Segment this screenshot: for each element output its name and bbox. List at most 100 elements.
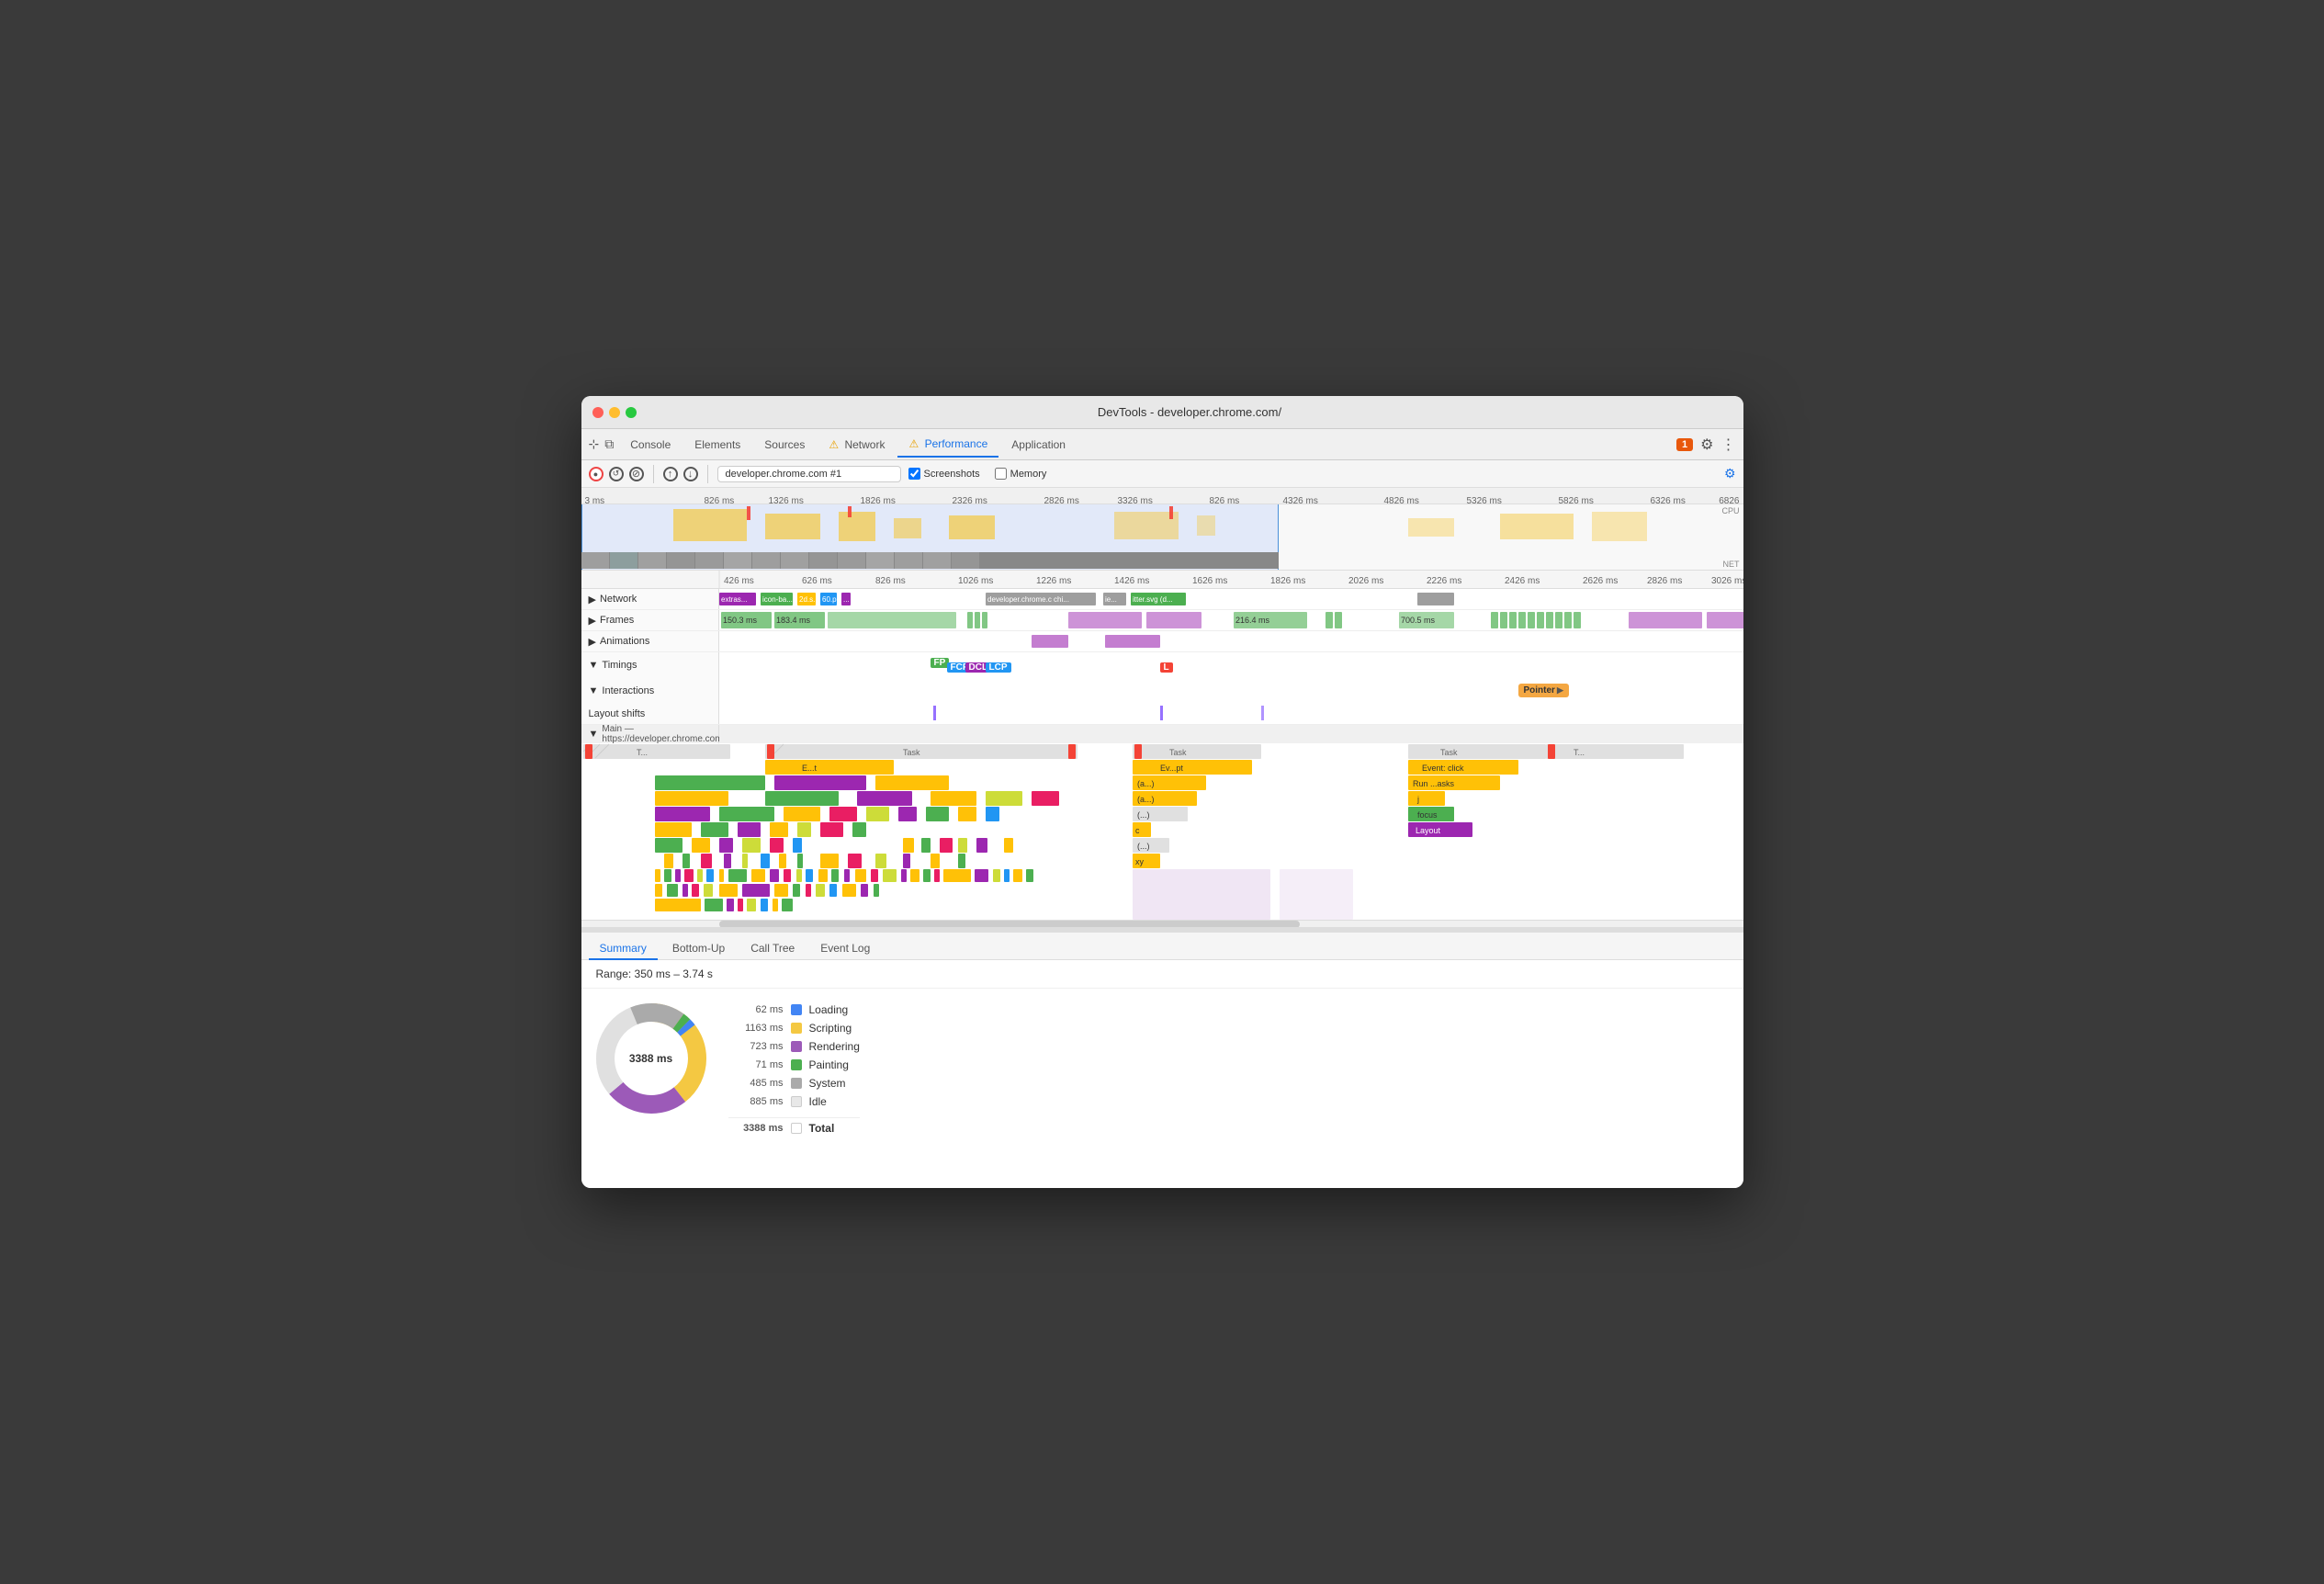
- timings-track: ▼ Timings FP FCP: [581, 652, 1743, 678]
- memory-toggle[interactable]: Memory: [995, 468, 1047, 480]
- idle-value: 885 ms: [728, 1096, 784, 1107]
- tab-network[interactable]: ⚠ Network: [818, 433, 896, 457]
- memory-checkbox[interactable]: [995, 468, 1007, 480]
- tab-application[interactable]: Application: [1000, 433, 1077, 457]
- svg-text:1826 ms: 1826 ms: [1270, 576, 1305, 586]
- legend-idle: 885 ms Idle: [728, 1095, 860, 1108]
- cpu-label: CPU: [1721, 506, 1739, 515]
- record-button[interactable]: ●: [589, 467, 604, 481]
- loading-color: [791, 1004, 802, 1015]
- svg-text:700.5 ms: 700.5 ms: [1401, 616, 1436, 625]
- scripting-value: 1163 ms: [728, 1023, 784, 1034]
- tab-elements[interactable]: Elements: [683, 433, 751, 457]
- time-mark-12: 6326 ms: [1651, 496, 1686, 505]
- divider: [653, 465, 654, 483]
- time-mark-8: 4326 ms: [1283, 496, 1318, 505]
- close-button[interactable]: [592, 407, 604, 418]
- animations-label: ▶ Animations: [581, 631, 719, 651]
- time-mark-4: 2326 ms: [953, 496, 987, 505]
- network-expand[interactable]: ▶: [589, 594, 596, 605]
- animations-content: [719, 631, 1743, 651]
- download-button[interactable]: ↓: [683, 467, 698, 481]
- toolbar-right: 1 ⚙ ⋮: [1676, 436, 1735, 454]
- svg-text:developer.chrome.c chi...: developer.chrome.c chi...: [987, 595, 1069, 604]
- animations-track: ▶ Animations: [581, 631, 1743, 652]
- issues-badge[interactable]: 1: [1676, 438, 1693, 451]
- screenshot-thumb: [866, 552, 894, 569]
- svg-text:Task: Task: [903, 748, 920, 757]
- tab-summary[interactable]: Summary: [589, 938, 658, 960]
- clear-button[interactable]: ⊘: [629, 467, 644, 481]
- time-mark-6: 3326 ms: [1118, 496, 1153, 505]
- rendering-value: 723 ms: [728, 1041, 784, 1052]
- main-expand[interactable]: ▼: [589, 729, 599, 740]
- time-ruler-top: 3 ms 826 ms 1326 ms 1826 ms 2326 ms 2826…: [581, 488, 1743, 504]
- horizontal-scrollbar[interactable]: [581, 920, 1743, 927]
- layout-shifts-track: Layout shifts: [581, 704, 1743, 725]
- svg-text:Run ...asks: Run ...asks: [1413, 779, 1455, 788]
- timings-expand[interactable]: ▼: [589, 660, 599, 671]
- svg-text:216.4 ms: 216.4 ms: [1235, 616, 1270, 625]
- svg-text:Event: click: Event: click: [1422, 764, 1464, 773]
- flame-row-5-svg: (...) focus: [581, 806, 1743, 821]
- minimize-button[interactable]: [609, 407, 620, 418]
- svg-text:Layout: Layout: [1416, 826, 1441, 835]
- svg-text:150.3 ms: 150.3 ms: [723, 616, 758, 625]
- time-mark-1: 826 ms: [705, 496, 735, 505]
- interactions-expand[interactable]: ▼: [589, 685, 599, 696]
- tab-bottom-up[interactable]: Bottom-Up: [661, 938, 736, 960]
- animations-expand[interactable]: ▶: [589, 636, 596, 648]
- legend-rendering: 723 ms Rendering: [728, 1040, 860, 1053]
- idle-name: Idle: [809, 1095, 827, 1108]
- svg-text:1226 ms: 1226 ms: [1036, 576, 1071, 586]
- overview-chart[interactable]: CPU NET: [581, 504, 1743, 571]
- total-value: 3388 ms: [728, 1123, 784, 1134]
- more-menu-icon[interactable]: ⋮: [1721, 436, 1736, 454]
- main-header-content: [719, 725, 1743, 743]
- screenshot-thumb: [695, 552, 723, 569]
- frames-label: ▶ Frames: [581, 610, 719, 630]
- layout-shifts-label: Layout shifts: [581, 704, 719, 724]
- maximize-button[interactable]: [626, 407, 637, 418]
- flame-row-4-svg: (a...) j: [581, 790, 1743, 806]
- timings-label: ▼ Timings: [581, 652, 719, 678]
- overview-strip[interactable]: 3 ms 826 ms 1326 ms 1826 ms 2326 ms 2826…: [581, 488, 1743, 571]
- screenshots-toggle[interactable]: Screenshots: [908, 468, 980, 480]
- settings-icon[interactable]: ⚙: [1700, 436, 1713, 454]
- tab-sources[interactable]: Sources: [753, 433, 816, 457]
- main-flame-chart: T... Task: [581, 743, 1743, 920]
- tab-event-log[interactable]: Event Log: [809, 938, 881, 960]
- flame-row-8: xy: [581, 853, 1743, 868]
- tab-console[interactable]: Console: [619, 433, 682, 457]
- upload-button[interactable]: ↑: [663, 467, 678, 481]
- reload-button[interactable]: ↺: [609, 467, 624, 481]
- flame-row-1: T... Task: [581, 743, 1743, 759]
- frames-expand[interactable]: ▶: [589, 615, 596, 627]
- painting-value: 71 ms: [728, 1059, 784, 1070]
- time-mark-7: 826 ms: [1210, 496, 1240, 505]
- flame-row-6-svg: c Layout: [581, 821, 1743, 837]
- screenshot-thumb: [838, 552, 865, 569]
- divider2: [707, 465, 708, 483]
- cpu-chart-svg: [581, 504, 1743, 550]
- time-ruler-svg: 426 ms 626 ms 826 ms 1026 ms 1226 ms 142…: [581, 571, 1743, 589]
- timings-content: FP FCP DCL LCP L: [719, 652, 1743, 678]
- cursor-icon[interactable]: ⊹: [589, 436, 600, 452]
- legend-table: 62 ms Loading 1163 ms Scripting 723 ms R…: [728, 1003, 860, 1173]
- device-icon[interactable]: ⧉: [604, 436, 614, 452]
- flame-row-6: c Layout: [581, 821, 1743, 837]
- painting-name: Painting: [809, 1058, 849, 1071]
- perf-settings-icon[interactable]: ⚙: [1724, 466, 1736, 481]
- network-content: extras... icon-ba... 2d.s... 60.p... ...…: [719, 589, 1743, 609]
- network-label: ▶ Network: [581, 589, 719, 609]
- tab-performance[interactable]: ⚠ Performance: [897, 432, 998, 458]
- scrollbar-thumb[interactable]: [719, 921, 1301, 927]
- url-display: developer.chrome.com #1: [717, 466, 901, 482]
- screenshots-checkbox[interactable]: [908, 468, 920, 480]
- tab-call-tree[interactable]: Call Tree: [739, 938, 806, 960]
- window-title: DevTools - developer.chrome.com/: [648, 405, 1732, 419]
- time-mark-10: 5326 ms: [1467, 496, 1502, 505]
- svg-text:2826 ms: 2826 ms: [1647, 576, 1682, 586]
- timing-l-marker: L: [1160, 658, 1173, 674]
- range-display: Range: 350 ms – 3.74 s: [581, 960, 1743, 989]
